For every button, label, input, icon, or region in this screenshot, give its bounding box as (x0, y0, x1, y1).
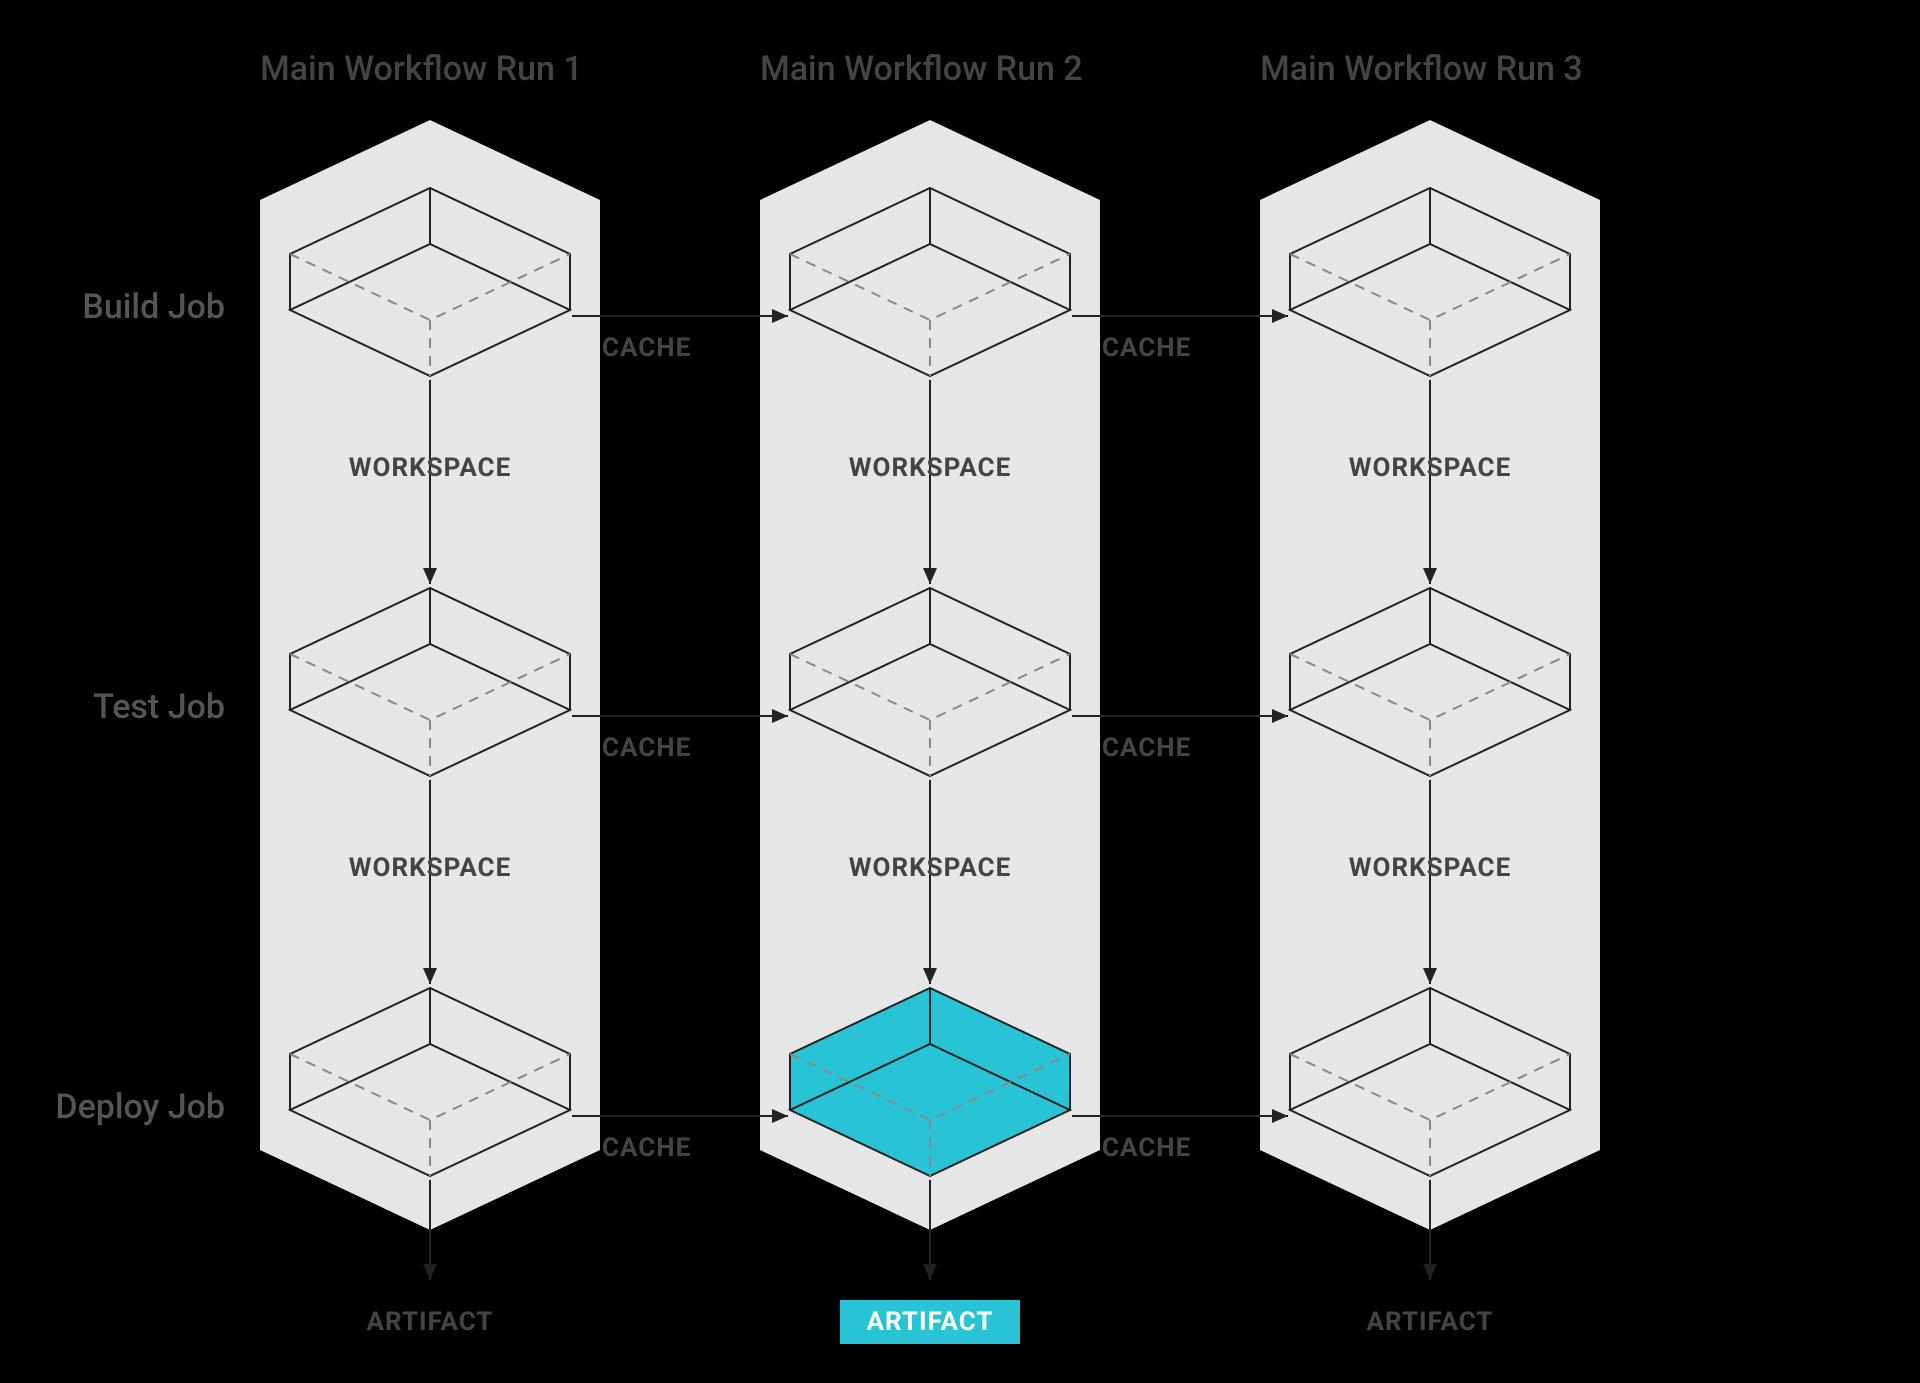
cache-label: CACHE (602, 1133, 691, 1163)
workflow-diagram: Main Workflow Run 1 Main Workflow Run 2 Ma… (0, 0, 1920, 1383)
workspace-label: WORKSPACE (849, 853, 1011, 883)
cache-label: CACHE (1102, 333, 1191, 363)
workspace-label: WORKSPACE (1349, 853, 1511, 883)
row-label: Test Job (93, 687, 225, 727)
workspace-label: WORKSPACE (349, 853, 511, 883)
row-label: Build Job (82, 287, 225, 327)
workspace-label: WORKSPACE (1349, 453, 1511, 483)
cache-label: CACHE (602, 733, 691, 763)
cache-label: CACHE (1102, 733, 1191, 763)
row-label: Deploy Job (55, 1087, 225, 1127)
artifact-label: ARTIFACT (866, 1307, 993, 1337)
workspace-label: WORKSPACE (349, 453, 511, 483)
workspace-label: WORKSPACE (849, 453, 1011, 483)
artifact-label: ARTIFACT (366, 1307, 493, 1337)
artifact-label: ARTIFACT (1366, 1307, 1493, 1337)
column-title: Main Workflow Run 1 (260, 49, 583, 89)
cache-label: CACHE (1102, 1133, 1191, 1163)
cache-label: CACHE (602, 333, 691, 363)
column-title: Main Workflow Run 2 (760, 49, 1083, 89)
column-title: Main Workflow Run 3 (1260, 49, 1583, 89)
